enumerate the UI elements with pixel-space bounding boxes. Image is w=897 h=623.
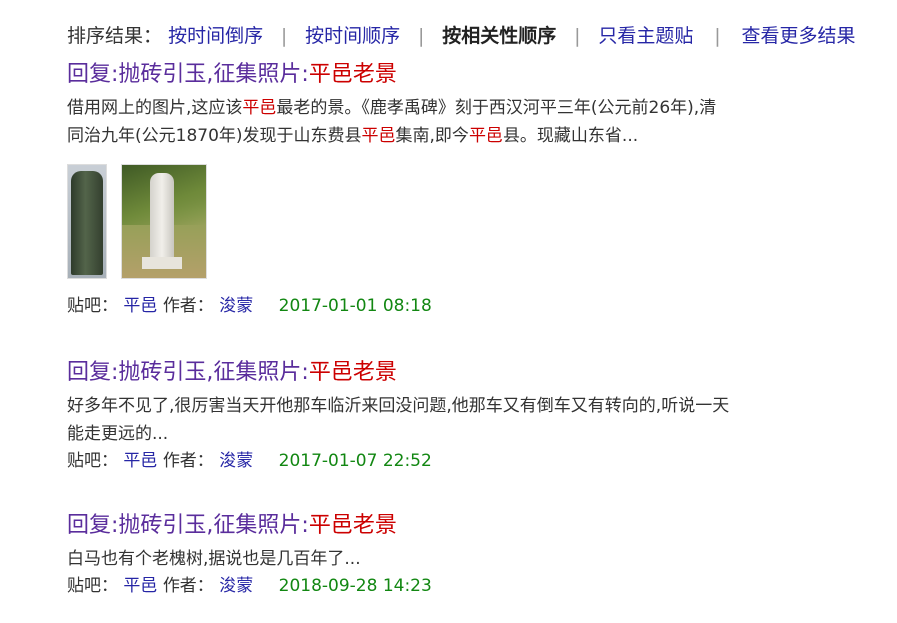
stele-base-shape xyxy=(142,257,182,269)
abstract-text: 白马也有个老槐树,据说也是几百年了... xyxy=(67,549,361,569)
sort-time-desc-link[interactable]: 按时间倒序 xyxy=(168,25,263,47)
keyword-highlight: 平邑 xyxy=(242,98,277,118)
abstract-line: 同治九年(公元1870年)发现于山东费县平邑集南,即今平邑县。现藏山东省... xyxy=(67,122,867,150)
forum-link[interactable]: 平邑 xyxy=(123,296,157,316)
result-title-text: 回复:抛砖引玉,征集照片: xyxy=(67,360,309,385)
abstract-text: 好多年不见了,很厉害当天开他那车临沂来回没问题,他那车又有倒车又有转向的,听说一… xyxy=(67,396,730,416)
result-abstract: 白马也有个老槐树,据说也是几百年了... xyxy=(67,545,867,573)
forum-label: 贴吧： xyxy=(67,296,118,316)
author-link[interactable]: 浚蒙 xyxy=(219,576,253,596)
keyword-highlight: 平邑 xyxy=(361,126,396,146)
author-label: 作者： xyxy=(162,451,214,471)
search-result: 回复:抛砖引玉,征集照片:平邑老景 借用网上的图片,这应该平邑最老的景。《鹿孝禹… xyxy=(67,60,867,319)
abstract-text: 能走更远的... xyxy=(67,424,169,444)
search-result: 回复:抛砖引玉,征集照片:平邑老景 好多年不见了,很厉害当天开他那车临沂来回没问… xyxy=(67,358,867,474)
sort-time-asc-link[interactable]: 按时间顺序 xyxy=(305,25,400,47)
abstract-line: 好多年不见了,很厉害当天开他那车临沂来回没问题,他那车又有倒车又有转向的,听说一… xyxy=(67,392,867,420)
sort-relevance-current: 按相关性顺序 xyxy=(442,25,557,47)
result-title-highlight: 平邑老景 xyxy=(308,360,397,385)
separator: | xyxy=(574,25,581,47)
author-label: 作者： xyxy=(162,576,214,596)
separator: | xyxy=(280,25,288,47)
result-meta: 贴吧： 平邑 作者： 浚蒙 2017-01-01 08:18 xyxy=(67,293,867,319)
abstract-text: 集南,即今 xyxy=(395,126,469,146)
separator: | xyxy=(418,25,425,47)
stele-dark-thumbnail[interactable] xyxy=(67,164,107,279)
forum-link[interactable]: 平邑 xyxy=(123,451,157,471)
author-label: 作者： xyxy=(162,296,214,316)
abstract-text: 借用网上的图片,这应该 xyxy=(67,98,243,118)
search-result: 回复:抛砖引玉,征集照片:平邑老景 白马也有个老槐树,据说也是几百年了... 贴… xyxy=(67,511,867,599)
abstract-line: 能走更远的... xyxy=(67,420,867,448)
forum-label: 贴吧： xyxy=(67,451,118,471)
result-title-highlight: 平邑老景 xyxy=(308,513,397,538)
result-title-link[interactable]: 回复:抛砖引玉,征集照片:平邑老景 xyxy=(67,60,867,90)
result-thumbnails xyxy=(67,164,867,279)
sort-bar: 排序结果： 按时间倒序 | 按时间顺序 | 按相关性顺序 | 只看主题贴 | 查… xyxy=(67,22,856,50)
post-date: 2017-01-07 22:52 xyxy=(278,451,432,471)
abstract-line: 白马也有个老槐树,据说也是几百年了... xyxy=(67,545,867,573)
only-topic-posts-link[interactable]: 只看主题贴 xyxy=(598,25,693,47)
stele-shape xyxy=(150,173,174,259)
result-title-text: 回复:抛砖引玉,征集照片: xyxy=(67,62,309,87)
result-meta: 贴吧： 平邑 作者： 浚蒙 2017-01-07 22:52 xyxy=(67,448,867,474)
post-date: 2017-01-01 08:18 xyxy=(278,296,432,316)
result-title-link[interactable]: 回复:抛砖引玉,征集照片:平邑老景 xyxy=(67,511,867,541)
sort-label: 排序结果： xyxy=(67,25,163,47)
author-link[interactable]: 浚蒙 xyxy=(219,451,253,471)
abstract-text: 最老的景。《鹿孝禹碑》刻于西汉河平三年(公元前26年),清 xyxy=(276,98,717,118)
abstract-line: 借用网上的图片,这应该平邑最老的景。《鹿孝禹碑》刻于西汉河平三年(公元前26年)… xyxy=(67,94,867,122)
result-title-highlight: 平邑老景 xyxy=(308,62,397,87)
result-abstract: 好多年不见了,很厉害当天开他那车临沂来回没问题,他那车又有倒车又有转向的,听说一… xyxy=(67,392,867,448)
more-results-link[interactable]: 查看更多结果 xyxy=(742,25,856,47)
result-title-link[interactable]: 回复:抛砖引玉,征集照片:平邑老景 xyxy=(67,358,867,388)
forum-label: 贴吧： xyxy=(67,576,118,596)
stele-shape xyxy=(71,171,103,275)
keyword-highlight: 平邑 xyxy=(468,126,503,146)
author-link[interactable]: 浚蒙 xyxy=(219,296,253,316)
result-meta: 贴吧： 平邑 作者： 浚蒙 2018-09-28 14:23 xyxy=(67,573,867,599)
separator: | xyxy=(714,25,721,47)
result-title-text: 回复:抛砖引玉,征集照片: xyxy=(67,513,309,538)
forum-link[interactable]: 平邑 xyxy=(123,576,157,596)
stele-white-thumbnail[interactable] xyxy=(121,164,207,279)
abstract-text: 县。现藏山东省... xyxy=(502,126,639,146)
abstract-text: 同治九年(公元1870年)发现于山东费县 xyxy=(67,126,362,146)
post-date: 2018-09-28 14:23 xyxy=(278,576,432,596)
result-abstract: 借用网上的图片,这应该平邑最老的景。《鹿孝禹碑》刻于西汉河平三年(公元前26年)… xyxy=(67,94,867,150)
